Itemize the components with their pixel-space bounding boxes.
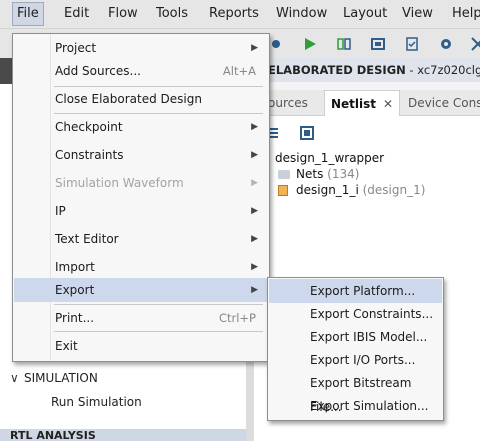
- export-ibis-model[interactable]: Export IBIS Model...: [269, 325, 442, 349]
- tree-root[interactable]: design_1_wrapper: [275, 151, 384, 165]
- chevron-right-icon: ▶: [251, 178, 258, 188]
- file-menu-simulation-waveform: Simulation Waveform ▶: [14, 171, 268, 195]
- file-menu-checkpoint[interactable]: Checkpoint ▶: [14, 115, 268, 139]
- export-platform[interactable]: Export Platform...: [269, 279, 442, 303]
- tab-device-constraints[interactable]: Device Const: [408, 90, 480, 116]
- menu-separator: [54, 113, 263, 114]
- close-icon[interactable]: ✕: [383, 91, 393, 117]
- expand-icon[interactable]: [470, 36, 480, 52]
- nets-label: Nets: [296, 167, 324, 181]
- menu-help[interactable]: Help: [452, 6, 480, 21]
- collapse-all-icon[interactable]: [270, 126, 282, 140]
- menu-bar: File Edit Flow Tools Reports Window Layo…: [0, 0, 480, 28]
- tab-netlist[interactable]: Netlist ✕: [324, 90, 400, 116]
- file-menu-text-editor[interactable]: Text Editor ▶: [14, 227, 268, 251]
- menu-separator: [54, 304, 263, 305]
- file-menu-import[interactable]: Import ▶: [14, 255, 268, 279]
- menu-file[interactable]: File: [12, 2, 44, 26]
- chevron-down-icon[interactable]: ∨: [10, 371, 24, 385]
- design-title: ELABORATED DESIGN: [268, 63, 406, 77]
- run-simulation-link[interactable]: Run Simulation: [51, 395, 142, 409]
- expand-all-icon[interactable]: [300, 126, 314, 140]
- instance-type: (design_1): [362, 183, 426, 197]
- file-menu-export[interactable]: Export ▶: [14, 278, 268, 302]
- netlist-toolbar: [268, 124, 480, 144]
- tab-bar: ources Netlist ✕ Device Const: [254, 90, 480, 116]
- menu-window[interactable]: Window: [276, 6, 327, 21]
- menu-layout[interactable]: Layout: [343, 6, 387, 21]
- instance-icon: [278, 185, 288, 196]
- settings-icon[interactable]: [438, 36, 454, 52]
- nets-count: (134): [327, 167, 360, 181]
- step-icon[interactable]: [336, 36, 352, 52]
- file-menu-ip[interactable]: IP ▶: [14, 199, 268, 223]
- file-menu-exit[interactable]: Exit: [14, 334, 268, 358]
- menu-view[interactable]: View: [402, 6, 433, 21]
- chevron-right-icon: ▶: [251, 150, 258, 160]
- chevron-right-icon: ▶: [251, 285, 258, 295]
- file-menu-close-design[interactable]: Close Elaborated Design: [14, 87, 268, 111]
- layout-icon[interactable]: [370, 36, 386, 52]
- design-part: - xc7z020clg400-1: [409, 63, 480, 77]
- chevron-right-icon: ▶: [251, 262, 258, 272]
- tree-item-nets[interactable]: Nets (134): [278, 167, 359, 181]
- run-icon[interactable]: [302, 36, 318, 52]
- chevron-right-icon: ▶: [251, 206, 258, 216]
- gear-icon[interactable]: [268, 36, 284, 52]
- file-menu-constraints[interactable]: Constraints ▶: [14, 143, 268, 167]
- export-io-ports[interactable]: Export I/O Ports...: [269, 348, 442, 372]
- export-simulation[interactable]: Export Simulation...: [269, 394, 442, 418]
- file-menu-project[interactable]: Project ▶: [14, 36, 268, 60]
- simulation-label: SIMULATION: [24, 371, 98, 385]
- menu-separator: [54, 331, 263, 332]
- menu-edit[interactable]: Edit: [64, 6, 89, 21]
- report-icon[interactable]: [404, 36, 420, 52]
- tab-sources[interactable]: ources: [268, 90, 308, 116]
- menu-reports[interactable]: Reports: [209, 6, 259, 21]
- export-constraints[interactable]: Export Constraints...: [269, 302, 442, 326]
- chevron-right-icon: ▶: [251, 122, 258, 132]
- folder-icon: [278, 170, 290, 179]
- design-title-bar: ELABORATED DESIGN - xc7z020clg400-1: [254, 58, 480, 82]
- tree-item-design-instance[interactable]: design_1_i (design_1): [278, 183, 425, 197]
- export-submenu: Export Platform... Export Constraints...…: [267, 277, 444, 421]
- file-menu-print[interactable]: Print... Ctrl+P: [14, 306, 268, 330]
- simulation-section-header[interactable]: ∨ SIMULATION: [10, 371, 98, 385]
- chevron-right-icon: ▶: [251, 43, 258, 53]
- export-bitstream-file[interactable]: Export Bitstream File...: [269, 371, 442, 414]
- file-menu-add-sources[interactable]: Add Sources... Alt+A: [14, 59, 268, 83]
- file-menu: Project ▶ Add Sources... Alt+A Close Elabo…: [12, 33, 270, 362]
- menu-tools[interactable]: Tools: [156, 6, 188, 21]
- rtl-analysis-section-header[interactable]: RTL ANALYSIS: [0, 429, 246, 441]
- instance-label: design_1_i: [296, 183, 359, 197]
- chevron-right-icon: ▶: [251, 234, 258, 244]
- menu-flow[interactable]: Flow: [108, 6, 138, 21]
